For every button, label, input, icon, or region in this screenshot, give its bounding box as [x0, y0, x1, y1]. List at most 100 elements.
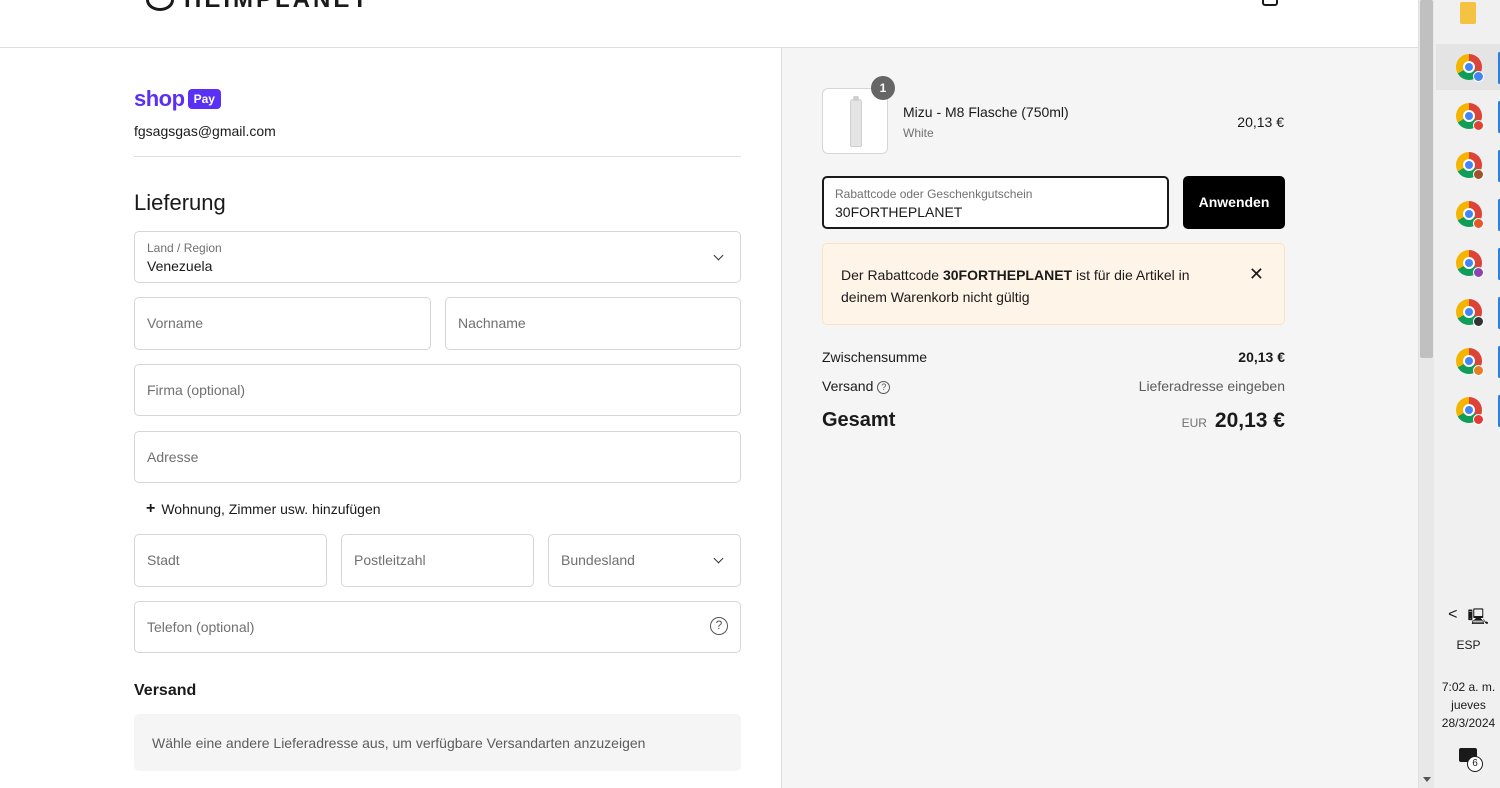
quantity-badge: 1 — [871, 76, 895, 100]
total-currency: EUR — [1181, 416, 1207, 430]
country-label: Land / Region — [147, 241, 222, 255]
chrome-icon — [1456, 103, 1484, 131]
windows-taskbar: < 🖳 ESP 7:02 a. m. jueves 28/3/2024 6 — [1418, 0, 1500, 788]
network-icon[interactable]: 🖳 — [1467, 606, 1488, 633]
subtotal-label: Zwischensumme — [822, 349, 928, 365]
chrome-icon — [1456, 299, 1484, 327]
plus-icon: + — [146, 500, 156, 517]
company-field[interactable]: Firma (optional) — [134, 364, 741, 416]
taskbar-chrome-window[interactable] — [1436, 387, 1500, 433]
profile-avatar-icon — [1473, 414, 1484, 425]
profile-avatar-icon — [1473, 218, 1484, 229]
taskbar-chrome-window[interactable] — [1436, 240, 1500, 286]
shipping-heading: Versand — [134, 682, 197, 699]
phone-field[interactable]: Telefon (optional) ? — [134, 601, 741, 653]
question-circle-icon[interactable]: ? — [877, 381, 891, 394]
address-placeholder: Adresse — [147, 449, 199, 465]
account-email: fgsagsgas@gmail.com — [134, 123, 276, 139]
chrome-icon — [1456, 250, 1484, 278]
state-select[interactable]: Bundesland — [548, 534, 741, 587]
postal-code-field[interactable]: Postleitzahl — [341, 534, 534, 587]
profile-avatar-icon — [1473, 120, 1484, 131]
phone-placeholder: Telefon (optional) — [147, 619, 255, 635]
postal-code-placeholder: Postleitzahl — [354, 552, 426, 568]
page-scrollbar[interactable] — [1419, 0, 1434, 788]
question-circle-icon[interactable]: ? — [710, 617, 728, 635]
company-placeholder: Firma (optional) — [147, 382, 246, 398]
shipping-info-box: Wähle eine andere Lieferadresse aus, um … — [134, 714, 741, 771]
total-row: Gesamt EUR 20,13 € — [822, 409, 1285, 439]
language-indicator[interactable]: ESP — [1436, 638, 1500, 652]
add-apartment-link[interactable]: + Wohnung, Zimmer usw. hinzufügen — [146, 500, 381, 518]
delivery-heading: Lieferung — [134, 190, 226, 215]
shipping-value: Lieferadresse eingeben — [1138, 378, 1285, 394]
site-header: HEIMPLANET — [0, 0, 1418, 48]
chevron-down-icon — [713, 250, 724, 261]
city-placeholder: Stadt — [147, 552, 180, 568]
brand-logo[interactable]: HEIMPLANET — [146, 0, 370, 14]
discount-error-banner: Der Rabattcode 30FORTHEPLANET ist für di… — [822, 243, 1285, 325]
shipping-label: Versand? — [822, 378, 891, 394]
notification-count: 6 — [1467, 756, 1483, 772]
clock[interactable]: 7:02 a. m. jueves 28/3/2024 — [1436, 678, 1500, 732]
country-select[interactable]: Land / Region Venezuela — [134, 231, 741, 283]
product-name: Mizu - M8 Flasche (750ml) — [903, 104, 1069, 120]
taskbar-chrome-window[interactable] — [1436, 338, 1500, 384]
shop-pay-logo: shop Pay — [134, 86, 221, 112]
state-placeholder: Bundesland — [561, 552, 635, 568]
chrome-icon — [1456, 54, 1484, 82]
profile-avatar-icon — [1473, 71, 1484, 82]
last-name-field[interactable]: Nachname — [445, 297, 741, 350]
product-variant: White — [903, 126, 934, 140]
chevron-down-icon — [713, 553, 724, 564]
clock-time: 7:02 a. m. — [1441, 680, 1496, 694]
bottle-image — [850, 96, 862, 147]
product-price: 20,13 € — [1237, 114, 1284, 130]
discount-error-text: Der Rabattcode 30FORTHEPLANET ist für di… — [841, 267, 1190, 305]
logo-icon — [146, 0, 174, 11]
system-tray: < 🖳 — [1436, 606, 1500, 633]
close-icon[interactable]: ✕ — [1249, 264, 1264, 285]
total-label: Gesamt — [822, 409, 896, 431]
brand-name: HEIMPLANET — [184, 0, 370, 14]
checkout-form: shop Pay fgsagsgas@gmail.com Lieferung L… — [0, 48, 781, 788]
taskbar-chrome-window[interactable] — [1436, 142, 1500, 188]
chrome-icon — [1456, 201, 1484, 229]
profile-avatar-icon — [1473, 267, 1484, 278]
clock-date: 28/3/2024 — [1441, 716, 1496, 730]
shopping-bag-icon[interactable] — [1262, 0, 1278, 6]
chrome-icon — [1456, 152, 1484, 180]
add-apartment-label: Wohnung, Zimmer usw. hinzufügen — [161, 501, 381, 517]
divider — [134, 156, 741, 157]
country-value: Venezuela — [147, 258, 213, 274]
address-field[interactable]: Adresse — [134, 431, 741, 483]
first-name-placeholder: Vorname — [147, 315, 204, 331]
show-hidden-icons-icon[interactable]: < — [1448, 606, 1457, 633]
discount-code-input[interactable]: Rabattcode oder Geschenkgutschein 30FORT… — [822, 176, 1169, 229]
scrollbar-thumb[interactable] — [1420, 0, 1433, 358]
total-value: EUR 20,13 € — [1182, 409, 1285, 433]
order-summary: 1 Mizu - M8 Flasche (750ml) White 20,13 … — [781, 48, 1418, 788]
subtotal-row: Zwischensumme 20,13 € — [822, 349, 1285, 369]
city-field[interactable]: Stadt — [134, 534, 327, 587]
shop-pay-shop-text: shop — [134, 86, 185, 111]
scroll-down-arrow-icon[interactable] — [1423, 777, 1431, 782]
taskbar-chrome-window[interactable] — [1436, 44, 1500, 90]
first-name-field[interactable]: Vorname — [134, 297, 431, 350]
taskbar-chrome-window[interactable] — [1436, 289, 1500, 335]
discount-code-value: 30FORTHEPLANET — [835, 204, 963, 220]
shipping-row: Versand? Lieferadresse eingeben — [822, 378, 1285, 398]
taskbar-file-explorer[interactable] — [1436, 0, 1500, 42]
profile-avatar-icon — [1473, 169, 1484, 180]
chrome-icon — [1456, 348, 1484, 376]
taskbar-chrome-window[interactable] — [1436, 191, 1500, 237]
shipping-info-text: Wähle eine andere Lieferadresse aus, um … — [152, 735, 646, 751]
chrome-icon — [1456, 397, 1484, 425]
profile-avatar-icon — [1473, 365, 1484, 376]
last-name-placeholder: Nachname — [458, 315, 526, 331]
taskbar-chrome-window[interactable] — [1436, 93, 1500, 139]
subtotal-value: 20,13 € — [1238, 349, 1285, 365]
apply-discount-button[interactable]: Anwenden — [1183, 176, 1285, 229]
profile-avatar-icon — [1473, 316, 1484, 327]
total-amount: 20,13 € — [1214, 409, 1285, 432]
